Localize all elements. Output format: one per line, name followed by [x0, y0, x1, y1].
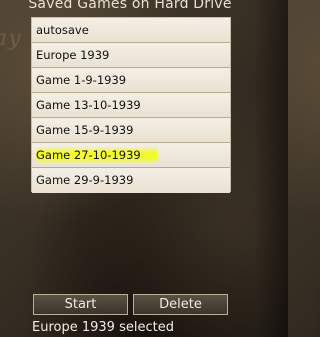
save-item-label: autosave: [36, 23, 89, 37]
delete-button[interactable]: Delete: [133, 294, 228, 315]
background-shade: [254, 0, 288, 337]
save-item-label: Europe 1939: [36, 48, 110, 62]
save-item-label: Game 29-9-1939: [36, 173, 134, 187]
background-map-lettering: ay: [0, 26, 22, 51]
panel-title: Saved Games on Hard Drive: [28, 0, 232, 12]
save-item-game-29-9-1939[interactable]: Game 29-9-1939: [32, 168, 230, 193]
save-item-label: Game 13-10-1939: [36, 98, 141, 112]
save-item-game-27-10-1939[interactable]: Game 27-10-1939: [32, 143, 230, 168]
save-item-label: Game 15-9-1939: [36, 123, 134, 137]
selection-status: Europe 1939 selected: [32, 320, 174, 335]
save-item-label: Game 1-9-1939: [36, 73, 127, 87]
save-item-autosave[interactable]: autosave: [32, 18, 230, 43]
save-item-europe-1939[interactable]: Europe 1939: [32, 43, 230, 68]
save-item-label-highlighted: Game 27-10-1939: [36, 147, 157, 163]
saved-games-list[interactable]: autosave Europe 1939 Game 1-9-1939 Game …: [31, 17, 231, 193]
save-item-game-15-9-1939[interactable]: Game 15-9-1939: [32, 118, 230, 143]
start-button[interactable]: Start: [33, 294, 128, 315]
save-item-game-1-9-1939[interactable]: Game 1-9-1939: [32, 68, 230, 93]
game-screen: { "panel": { "title": "Saved Games on Ha…: [0, 0, 288, 337]
save-item-game-13-10-1939[interactable]: Game 13-10-1939: [32, 93, 230, 118]
